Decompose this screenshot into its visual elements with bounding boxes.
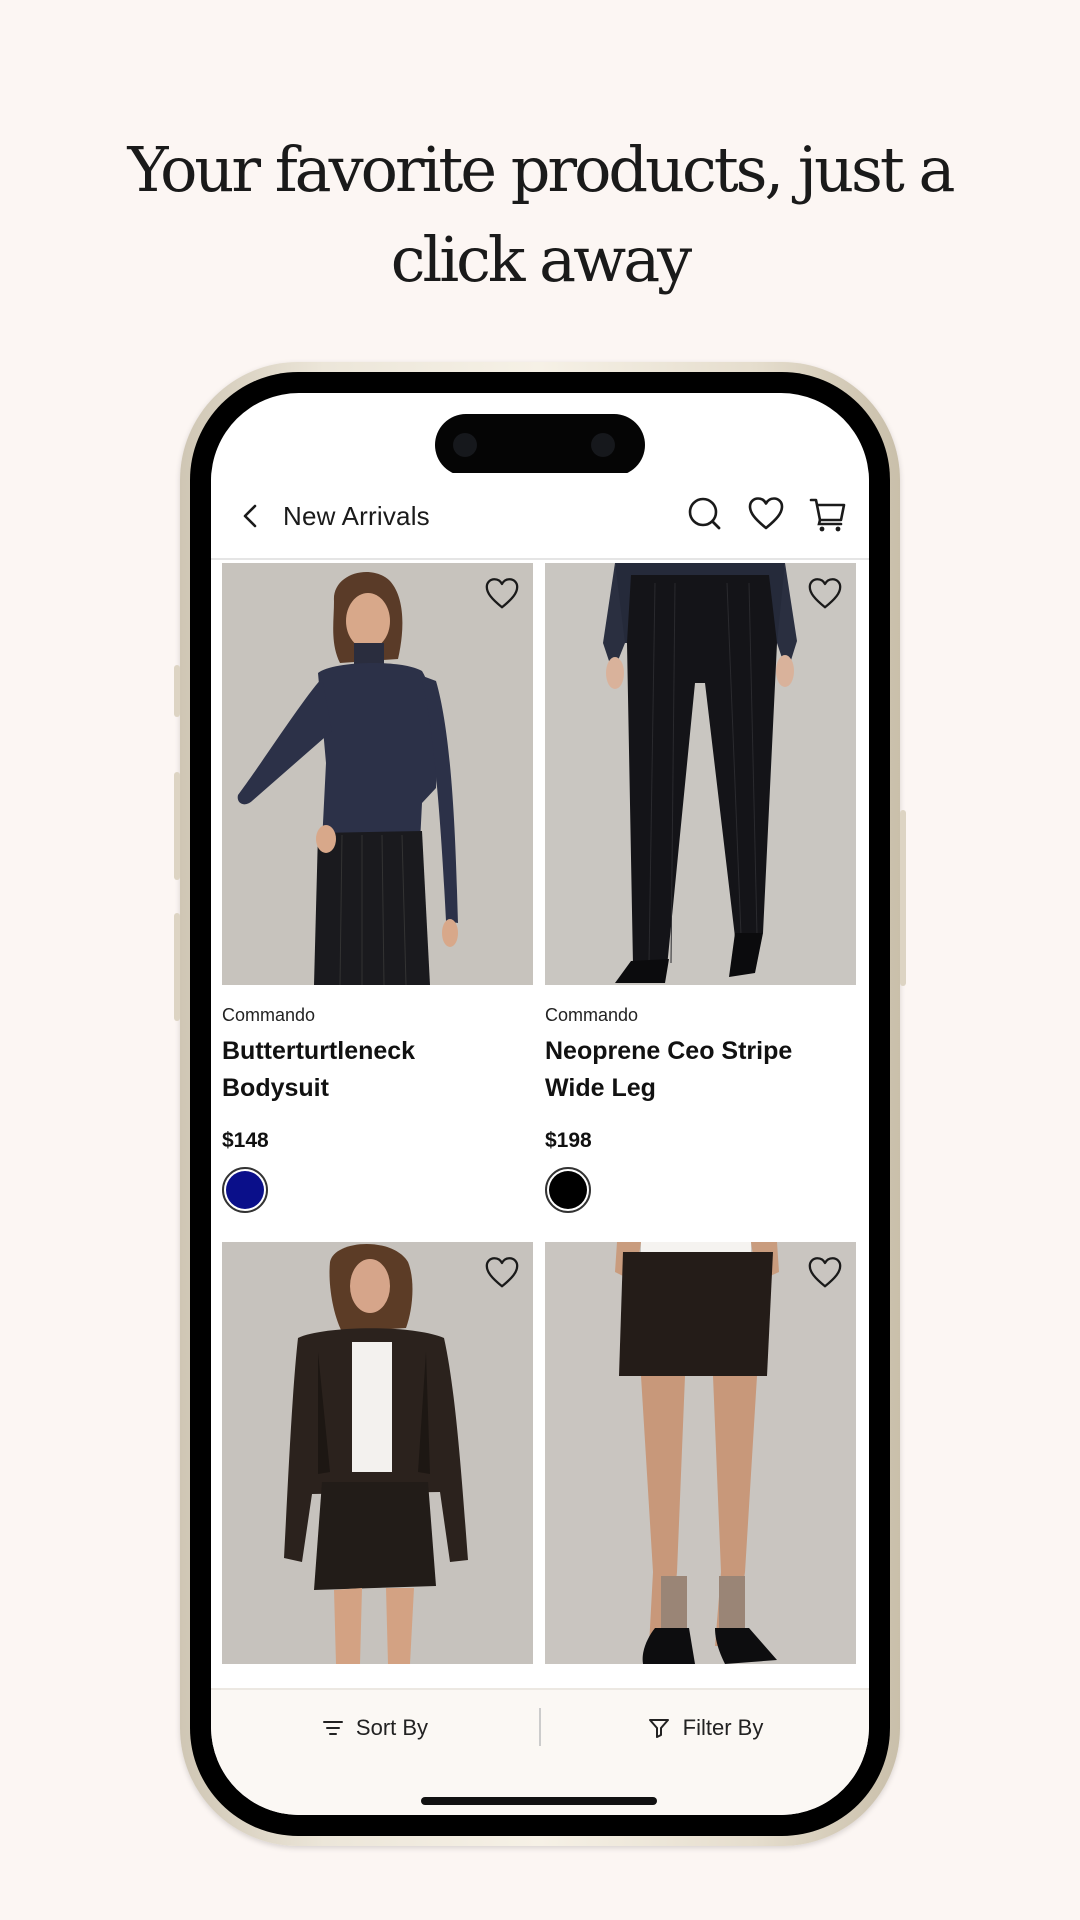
camera-dot [591, 433, 615, 457]
product-image[interactable] [222, 1242, 533, 1664]
sort-by-button[interactable]: Sort By [211, 1690, 539, 1766]
product-image[interactable] [545, 1242, 856, 1664]
phone-power-button [900, 810, 906, 986]
product-price: $148 [222, 1129, 269, 1152]
page-title: New Arrivals [283, 501, 430, 531]
product-image[interactable] [545, 563, 856, 985]
camera-dot [453, 433, 477, 457]
sort-lines-icon [322, 1721, 343, 1735]
product-card[interactable]: Commando Butterturtleneck Bodysuit $148 [222, 563, 533, 1223]
back-chevron-icon[interactable] [236, 501, 266, 531]
color-swatch[interactable] [545, 1167, 591, 1213]
phone-screen: New Arrivals Commando Butterturtleneck B… [211, 393, 869, 1815]
product-card[interactable]: Commando Neoprene Ceo Stripe Wide Leg $1… [545, 563, 856, 1223]
search-icon[interactable] [685, 494, 725, 534]
wishlist-heart-icon[interactable] [483, 575, 521, 613]
wishlist-heart-icon[interactable] [806, 575, 844, 613]
model-photo [545, 563, 856, 985]
filter-by-label: Filter By [682, 1715, 764, 1740]
color-swatch[interactable] [222, 1167, 268, 1213]
wishlist-heart-icon[interactable] [806, 1254, 844, 1292]
phone-volume-up-button [174, 772, 180, 880]
model-photo [545, 1242, 856, 1664]
headline: Your favorite products, just a click awa… [0, 125, 1080, 305]
product-price: $198 [545, 1129, 592, 1152]
wishlist-heart-icon[interactable] [483, 1254, 521, 1292]
heart-icon[interactable] [746, 494, 786, 534]
filter-by-button[interactable]: Filter By [541, 1690, 869, 1766]
product-brand: Commando [222, 1005, 316, 1025]
headline-line-2: click away [390, 223, 692, 296]
sort-by-label: Sort By [355, 1715, 429, 1740]
model-photo [222, 1242, 533, 1664]
model-photo [222, 563, 533, 985]
phone-action-button [174, 665, 180, 717]
product-brand: Commando [545, 1005, 639, 1025]
cart-icon[interactable] [808, 494, 848, 534]
product-card[interactable] [222, 1242, 533, 1692]
product-card[interactable] [545, 1242, 856, 1692]
phone-volume-down-button [174, 913, 180, 1021]
headline-line-1: Your favorite products, just a [127, 133, 956, 206]
product-name[interactable]: Butterturtleneck Bodysuit [222, 1033, 522, 1107]
dynamic-island [435, 414, 645, 476]
filter-funnel-icon [648, 1719, 669, 1738]
home-indicator[interactable] [421, 1797, 657, 1805]
bottom-action-bar: Sort By Filter By [211, 1688, 869, 1815]
product-name[interactable]: Neoprene Ceo Stripe Wide Leg [545, 1033, 845, 1107]
product-image[interactable] [222, 563, 533, 985]
top-navigation-bar: New Arrivals [211, 473, 869, 560]
